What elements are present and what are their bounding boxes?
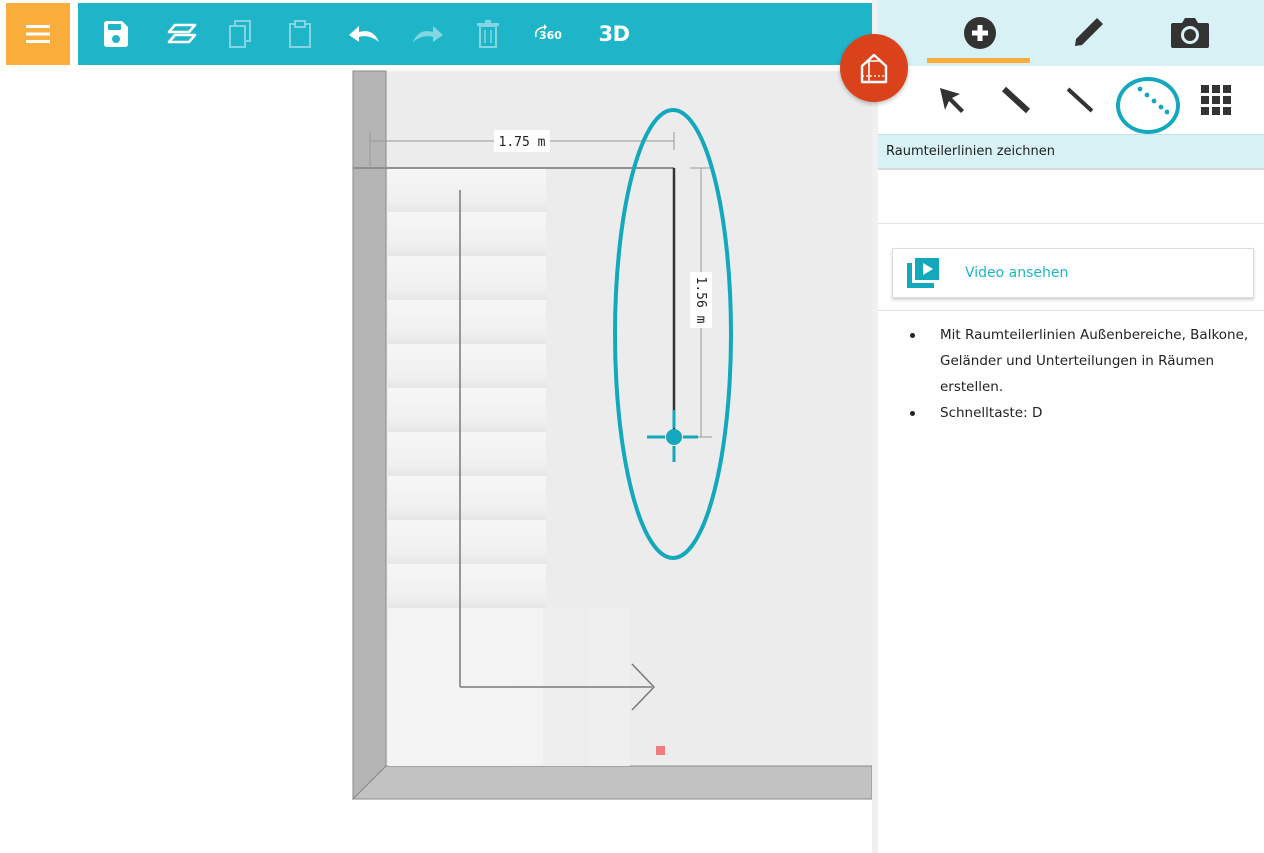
panel-tabs <box>878 0 1264 66</box>
save-icon <box>104 21 128 47</box>
room-line-icon <box>1066 87 1094 113</box>
undo-icon <box>349 26 379 42</box>
rotate-360-icon: 360 <box>534 24 562 42</box>
wall-line-icon <box>1001 86 1031 114</box>
view-3d-label: 3D <box>598 22 630 46</box>
divider-dotted-line-icon <box>1137 86 1169 115</box>
left-wall <box>352 70 387 801</box>
tool-title: Raumteilerlinien zeichnen <box>886 144 1056 159</box>
copy-icon <box>229 20 251 48</box>
redo-icon <box>413 26 443 42</box>
dimension-horizontal-label: 1.75 m <box>499 135 546 150</box>
delete-button[interactable] <box>466 3 510 65</box>
copy-button[interactable] <box>218 3 262 65</box>
undo-button[interactable] <box>340 3 390 65</box>
panel-divider <box>878 310 1264 311</box>
view-3d-button[interactable]: 3D <box>588 3 640 65</box>
hamburger-icon <box>26 25 50 43</box>
house-3d-icon <box>860 53 888 84</box>
save-button[interactable] <box>94 3 138 65</box>
tab-camera[interactable] <box>1150 0 1230 66</box>
paste-icon <box>289 20 311 48</box>
trash-icon <box>477 20 499 48</box>
menu-button[interactable] <box>6 3 70 65</box>
tool-title-bar: Raumteilerlinien zeichnen <box>878 134 1264 170</box>
floor-plan-canvas[interactable]: 1.75 m 1.56 m <box>0 65 872 853</box>
tool-grid[interactable] <box>1194 66 1238 134</box>
bottom-wall <box>351 765 872 800</box>
tool-room[interactable] <box>1058 66 1102 134</box>
floor-plan-drawing: 1.75 m 1.56 m <box>351 70 872 801</box>
tab-add[interactable] <box>938 0 1022 66</box>
help-list: Mit Raumteilerlinien Außenbereiche, Balk… <box>900 322 1256 426</box>
video-play-icon <box>907 258 941 288</box>
dimension-vertical-label: 1.56 m <box>693 277 708 324</box>
active-tab-indicator <box>927 58 1030 63</box>
video-button[interactable]: Video ansehen <box>892 248 1254 298</box>
tool-select[interactable] <box>930 66 974 134</box>
tool-wall[interactable] <box>994 66 1038 134</box>
right-panel: Raumteilerlinien zeichnen Video ansehen … <box>872 0 1264 853</box>
pencil-icon <box>1075 18 1103 46</box>
paste-button[interactable] <box>278 3 322 65</box>
redo-button[interactable] <box>402 3 452 65</box>
red-marker <box>656 746 665 755</box>
tab-edit[interactable] <box>1048 0 1128 66</box>
house-3d-button[interactable] <box>840 34 908 102</box>
view-360-button[interactable]: 360 <box>524 3 574 65</box>
plus-circle-icon <box>964 17 996 49</box>
select-arrow-icon <box>940 88 964 113</box>
main-toolbar: 360 3D <box>78 3 873 65</box>
panel-divider <box>878 223 1264 224</box>
help-item: Mit Raumteilerlinien Außenbereiche, Balk… <box>900 322 1256 400</box>
layers-icon <box>167 23 197 44</box>
app-root: 360 3D 1.75 m 1.56 m Raumteilerlinien ze… <box>0 0 1264 853</box>
grid-icon <box>1201 85 1231 115</box>
tool-row <box>878 66 1264 134</box>
levels-button[interactable] <box>160 3 204 65</box>
camera-icon <box>1171 18 1209 48</box>
video-label: Video ansehen <box>965 265 1069 281</box>
help-item: Schnelltaste: D <box>900 400 1256 426</box>
tool-divider[interactable] <box>1122 66 1182 134</box>
svg-text:360: 360 <box>539 29 562 42</box>
